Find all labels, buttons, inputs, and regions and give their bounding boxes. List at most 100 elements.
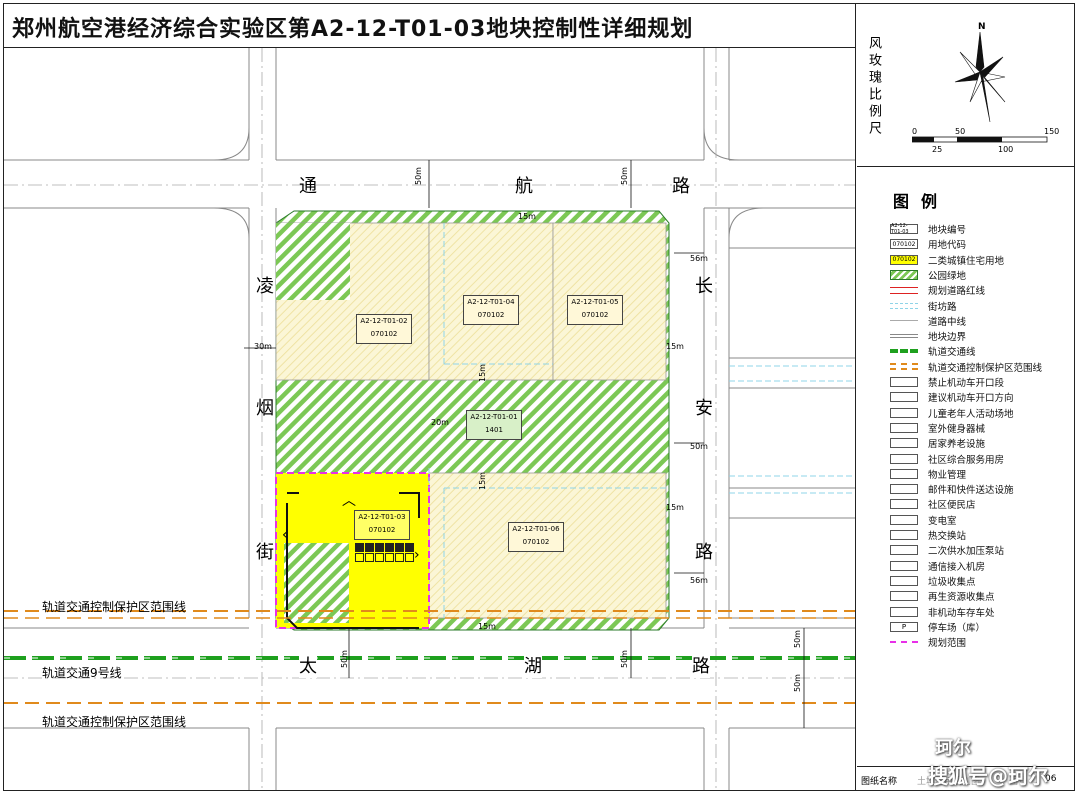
width-label: 50m: [793, 674, 802, 692]
parcel-id: A2-12-T01-03: [358, 513, 406, 521]
parcel-id: A2-12-T01-06: [512, 525, 560, 533]
width-label: 50m: [620, 650, 629, 668]
scale-tick: 0: [912, 127, 918, 136]
parcel-code: 070102: [581, 311, 609, 319]
legend-item: 规划范围: [890, 635, 966, 649]
legend-label: 变电室: [928, 515, 957, 527]
legend-label: 地块编号: [928, 225, 967, 236]
legend-label: 轨道交通控制保护区范围线: [928, 362, 1043, 374]
mail-icon: [405, 543, 414, 552]
legend-label: 垃圾收集点: [928, 576, 976, 588]
width-label: 15m: [518, 212, 536, 221]
legend-symbol: [890, 545, 918, 556]
parcel-label[interactable]: A2-12-T01-02 070102: [356, 314, 412, 344]
road-char: 航: [515, 176, 533, 197]
road-char: 路: [695, 542, 713, 563]
heat-exchange-icon: [375, 553, 384, 562]
scale-tick: 100: [998, 145, 1014, 154]
legend-label: 禁止机动车开口段: [928, 378, 1005, 389]
fitness-icon: [365, 543, 374, 552]
parcel-code: 1401: [485, 426, 503, 434]
wind-rose-label: 风玫瑰比例尺: [866, 36, 881, 138]
legend-label: 规划范围: [928, 638, 967, 650]
parcel-id: A2-12-T01-05: [571, 298, 619, 306]
watermark-top: 珂尔: [935, 738, 971, 759]
legend-symbol: [890, 606, 918, 617]
legend-symbol: [890, 438, 918, 449]
legend-label: 非机动车存车处: [928, 607, 995, 619]
legend-symbol: [890, 269, 918, 280]
parcel-code: 070102: [522, 538, 550, 546]
width-label: 15m: [478, 472, 487, 490]
width-label: 15m: [478, 622, 496, 631]
legend-item: 热交换站: [890, 528, 966, 542]
legend-symbol: [890, 286, 918, 294]
parcel-label[interactable]: A2-12-T01-05 070102: [567, 295, 623, 325]
legend-item: 轨道交通控制保护区范围线: [890, 360, 1042, 374]
legend-symbol: [890, 560, 918, 571]
legend-item: 二次供水加压泵站: [890, 543, 1004, 557]
store-icon: [355, 553, 364, 562]
parcel-label[interactable]: A2-12-T01-04 070102: [463, 295, 519, 325]
legend-label: 再生资源收集点: [928, 592, 995, 604]
rail-line-label: 轨道交通9号线: [42, 666, 122, 680]
scale-tick: 150: [1044, 127, 1060, 136]
width-label: 15m: [478, 364, 487, 382]
parcel-id: A2-12-T01-04: [467, 298, 515, 306]
parcel-label[interactable]: A2-12-T01-06 070102: [508, 522, 564, 552]
legend-symbol: [890, 468, 918, 479]
legend-symbol: [890, 334, 918, 339]
legend-item: 儿童老年人活动场地: [890, 406, 1014, 420]
entry-direction-icon: ›: [414, 547, 420, 563]
parcel-label[interactable]: A2-12-T01-03 070102: [354, 510, 410, 540]
road-char: 通: [299, 176, 317, 197]
legend-symbol: A2-12-T01-03: [890, 223, 918, 235]
plan-title: 郑州航空港经济综合实验区第A2-12-T01-03地块控制性详细规划: [12, 17, 694, 42]
parcel-03-park: [284, 543, 349, 623]
legend-item: 070102 二类城镇住宅用地: [890, 253, 1004, 267]
width-label: 56m: [690, 254, 708, 263]
legend-item: 变电室: [890, 513, 957, 527]
parcel-id: A2-12-T01-01: [470, 413, 518, 421]
legend-label: 二类城镇住宅用地: [928, 255, 1005, 267]
width-label: 50m: [620, 167, 629, 185]
legend-symbol-text: A2-12-T01-03: [891, 223, 909, 235]
legend-item: 垃圾收集点: [890, 574, 976, 588]
parcel-label[interactable]: A2-12-T01-01 1401: [466, 410, 522, 440]
legend-label: 物业管理: [928, 469, 967, 481]
legend-label: 用地代码: [928, 240, 967, 252]
legend-title: 图例: [893, 192, 950, 211]
width-label: 20m: [431, 418, 449, 427]
width-label: 50m: [340, 650, 349, 668]
legend-label: 停车场（库）: [928, 622, 986, 634]
parcel-id: A2-12-T01-02: [360, 317, 408, 325]
legend-item: 社区综合服务用房: [890, 452, 1004, 466]
legend-symbol: [890, 349, 918, 354]
service-icon: [385, 543, 394, 552]
telecom-icon: [395, 553, 404, 562]
legend-symbol: [890, 514, 918, 525]
watermark-bottom: 搜狐号@珂尔: [928, 764, 1048, 788]
legend-item: 非机动车存车处: [890, 605, 995, 619]
legend-symbol: [890, 591, 918, 602]
road-char: 烟: [256, 398, 274, 419]
legend-label: 道路中线: [928, 316, 967, 328]
legend-item: 室外健身器械: [890, 421, 985, 435]
pump-icon: [385, 553, 394, 562]
width-label: 15m: [666, 503, 684, 512]
legend-item: 建议机动车开口方向: [890, 390, 1014, 404]
legend-item: 社区便民店: [890, 497, 976, 511]
legend-symbol: [890, 422, 918, 433]
entry-direction-icon: ‹: [282, 527, 288, 543]
north-label: N: [978, 22, 986, 32]
legend-symbol: 070102: [890, 254, 918, 265]
width-label: 50m: [793, 630, 802, 648]
road-char: 街: [256, 542, 274, 563]
legend-item: 公园绿地: [890, 268, 966, 282]
road-char: 太: [299, 652, 317, 678]
legend-label: 建议机动车开口方向: [928, 393, 1014, 405]
legend-label: 社区综合服务用房: [928, 454, 1005, 466]
legend-label: 通信接入机房: [928, 561, 986, 573]
entry-direction-icon: ︿: [342, 493, 356, 509]
legend-item: 禁止机动车开口段: [890, 375, 1004, 389]
